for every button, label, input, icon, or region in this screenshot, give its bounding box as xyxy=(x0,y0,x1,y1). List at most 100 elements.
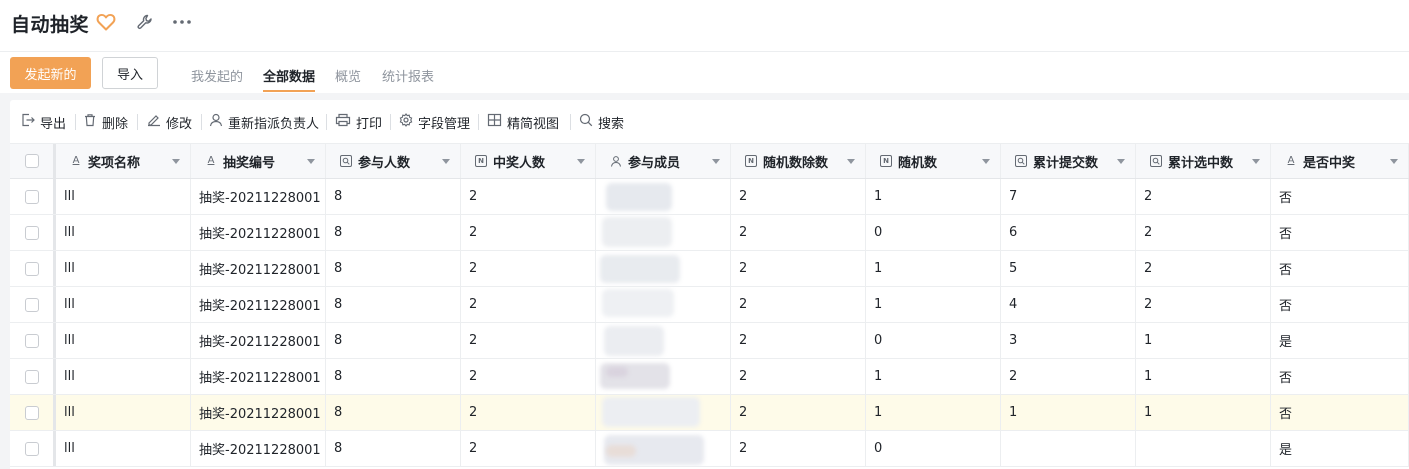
cell-is-winner[interactable]: 否 xyxy=(1271,215,1409,250)
row-checkbox[interactable] xyxy=(24,189,39,204)
import-button[interactable]: 导入 xyxy=(102,57,158,89)
cell-random-number[interactable]: 1 xyxy=(866,179,1001,214)
tab-reports[interactable]: 统计报表 xyxy=(382,66,434,94)
cell-lottery-code[interactable]: 抽奖-20211228001 xyxy=(191,431,326,466)
caret-down-icon[interactable] xyxy=(1390,159,1398,164)
cell-winner-count[interactable]: 2 xyxy=(461,323,596,358)
cell-prize-name[interactable]: lll xyxy=(56,323,191,358)
cell-members[interactable] xyxy=(596,179,731,214)
cell-prize-name[interactable]: lll xyxy=(56,251,191,286)
cell-members[interactable] xyxy=(596,359,731,394)
caret-down-icon[interactable] xyxy=(712,159,720,164)
cell-random-number[interactable]: 1 xyxy=(866,287,1001,322)
cell-lottery-code[interactable]: 抽奖-20211228001 xyxy=(191,323,326,358)
cell-random-divisor[interactable]: 2 xyxy=(731,287,866,322)
cell-is-winner[interactable]: 否 xyxy=(1271,395,1409,430)
cell-prize-name[interactable]: lll xyxy=(56,179,191,214)
export-button[interactable]: 导出 xyxy=(21,104,66,140)
cell-prize-name[interactable]: lll xyxy=(56,359,191,394)
reassign-owner-button[interactable]: 重新指派负责人 xyxy=(209,104,319,140)
cell-total-submitted[interactable]: 6 xyxy=(1001,215,1136,250)
cell-lottery-code[interactable]: 抽奖-20211228001 xyxy=(191,215,326,250)
column-header-members[interactable]: 参与成员 xyxy=(596,144,731,178)
cell-is-winner[interactable]: 否 xyxy=(1271,251,1409,286)
cell-lottery-code[interactable]: 抽奖-20211228001 xyxy=(191,287,326,322)
cell-lottery-code[interactable]: 抽奖-20211228001 xyxy=(191,395,326,430)
cell-total-submitted[interactable]: 4 xyxy=(1001,287,1136,322)
cell-random-divisor[interactable]: 2 xyxy=(731,323,866,358)
heart-icon[interactable] xyxy=(95,11,117,33)
table-row[interactable]: lll 抽奖-20211228001 8 2 2 1 5 2 否 xyxy=(10,251,1409,287)
cell-total-submitted[interactable]: 3 xyxy=(1001,323,1136,358)
table-row[interactable]: lll 抽奖-20211228001 8 2 2 1 2 1 否 xyxy=(10,359,1409,395)
tab-overview[interactable]: 概览 xyxy=(335,66,361,94)
search-button[interactable]: 搜索 xyxy=(579,104,624,140)
select-all-checkbox[interactable] xyxy=(24,154,39,168)
cell-total-selected[interactable]: 1 xyxy=(1136,359,1271,394)
tab-my-submissions[interactable]: 我发起的 xyxy=(191,66,243,94)
wrench-icon[interactable] xyxy=(134,11,156,33)
field-management-button[interactable]: 字段管理 xyxy=(399,104,470,140)
cell-prize-name[interactable]: lll xyxy=(56,215,191,250)
cell-participant-count[interactable]: 8 xyxy=(326,359,461,394)
cell-is-winner[interactable]: 否 xyxy=(1271,359,1409,394)
column-header-total-selected[interactable]: 累计选中数 xyxy=(1136,144,1271,178)
cell-random-number[interactable]: 0 xyxy=(866,215,1001,250)
cell-random-number[interactable]: 1 xyxy=(866,395,1001,430)
cell-is-winner[interactable]: 是 xyxy=(1271,323,1409,358)
cell-prize-name[interactable]: lll xyxy=(56,395,191,430)
cell-winner-count[interactable]: 2 xyxy=(461,359,596,394)
cell-total-selected[interactable]: 2 xyxy=(1136,179,1271,214)
table-row[interactable]: lll 抽奖-20211228001 8 2 2 0 是 xyxy=(10,431,1409,467)
cell-participant-count[interactable]: 8 xyxy=(326,215,461,250)
cell-total-submitted[interactable]: 2 xyxy=(1001,359,1136,394)
cell-random-divisor[interactable]: 2 xyxy=(731,179,866,214)
cell-is-winner[interactable]: 是 xyxy=(1271,431,1409,466)
cell-winner-count[interactable]: 2 xyxy=(461,251,596,286)
cell-is-winner[interactable]: 否 xyxy=(1271,179,1409,214)
row-checkbox[interactable] xyxy=(24,297,39,312)
caret-down-icon[interactable] xyxy=(442,159,450,164)
cell-random-divisor[interactable]: 2 xyxy=(731,431,866,466)
caret-down-icon[interactable] xyxy=(1117,159,1125,164)
cell-total-submitted[interactable]: 5 xyxy=(1001,251,1136,286)
cell-participant-count[interactable]: 8 xyxy=(326,251,461,286)
cell-winner-count[interactable]: 2 xyxy=(461,215,596,250)
table-row[interactable]: lll 抽奖-20211228001 8 2 2 1 7 2 否 xyxy=(10,179,1409,215)
cell-random-number[interactable]: 1 xyxy=(866,359,1001,394)
cell-participant-count[interactable]: 8 xyxy=(326,287,461,322)
cell-members[interactable] xyxy=(596,215,731,250)
caret-down-icon[interactable] xyxy=(577,159,585,164)
column-header-lottery-code[interactable]: A 抽奖编号 xyxy=(191,144,326,178)
table-row[interactable]: lll 抽奖-20211228001 8 2 2 1 4 2 否 xyxy=(10,287,1409,323)
row-checkbox[interactable] xyxy=(24,441,39,456)
cell-random-number[interactable]: 1 xyxy=(866,251,1001,286)
caret-down-icon[interactable] xyxy=(847,159,855,164)
cell-members[interactable] xyxy=(596,287,731,322)
cell-participant-count[interactable]: 8 xyxy=(326,431,461,466)
column-header-total-submitted[interactable]: 累计提交数 xyxy=(1001,144,1136,178)
table-row[interactable]: lll 抽奖-20211228001 8 2 2 0 3 1 是 xyxy=(10,323,1409,359)
column-header-random-number[interactable]: N 随机数 xyxy=(866,144,1001,178)
edit-button[interactable]: 修改 xyxy=(146,104,192,140)
compact-view-button[interactable]: 精简视图 xyxy=(487,104,559,140)
delete-button[interactable]: 删除 xyxy=(83,104,128,140)
tab-all-data[interactable]: 全部数据 xyxy=(263,66,316,94)
column-header-is-winner[interactable]: A 是否中奖 xyxy=(1271,144,1409,178)
cell-random-number[interactable]: 0 xyxy=(866,323,1001,358)
column-header-prize-name[interactable]: A 奖项名称 xyxy=(56,144,191,178)
column-header-participant-count[interactable]: 参与人数 xyxy=(326,144,461,178)
cell-total-selected[interactable] xyxy=(1136,431,1271,466)
row-checkbox[interactable] xyxy=(24,261,39,276)
cell-members[interactable] xyxy=(596,323,731,358)
cell-members[interactable] xyxy=(596,251,731,286)
cell-participant-count[interactable]: 8 xyxy=(326,179,461,214)
cell-total-selected[interactable]: 2 xyxy=(1136,251,1271,286)
cell-participant-count[interactable]: 8 xyxy=(326,323,461,358)
cell-random-divisor[interactable]: 2 xyxy=(731,251,866,286)
table-row[interactable]: lll 抽奖-20211228001 8 2 2 0 6 2 否 xyxy=(10,215,1409,251)
caret-down-icon[interactable] xyxy=(307,159,315,164)
cell-random-divisor[interactable]: 2 xyxy=(731,395,866,430)
cell-winner-count[interactable]: 2 xyxy=(461,431,596,466)
cell-prize-name[interactable]: lll xyxy=(56,431,191,466)
